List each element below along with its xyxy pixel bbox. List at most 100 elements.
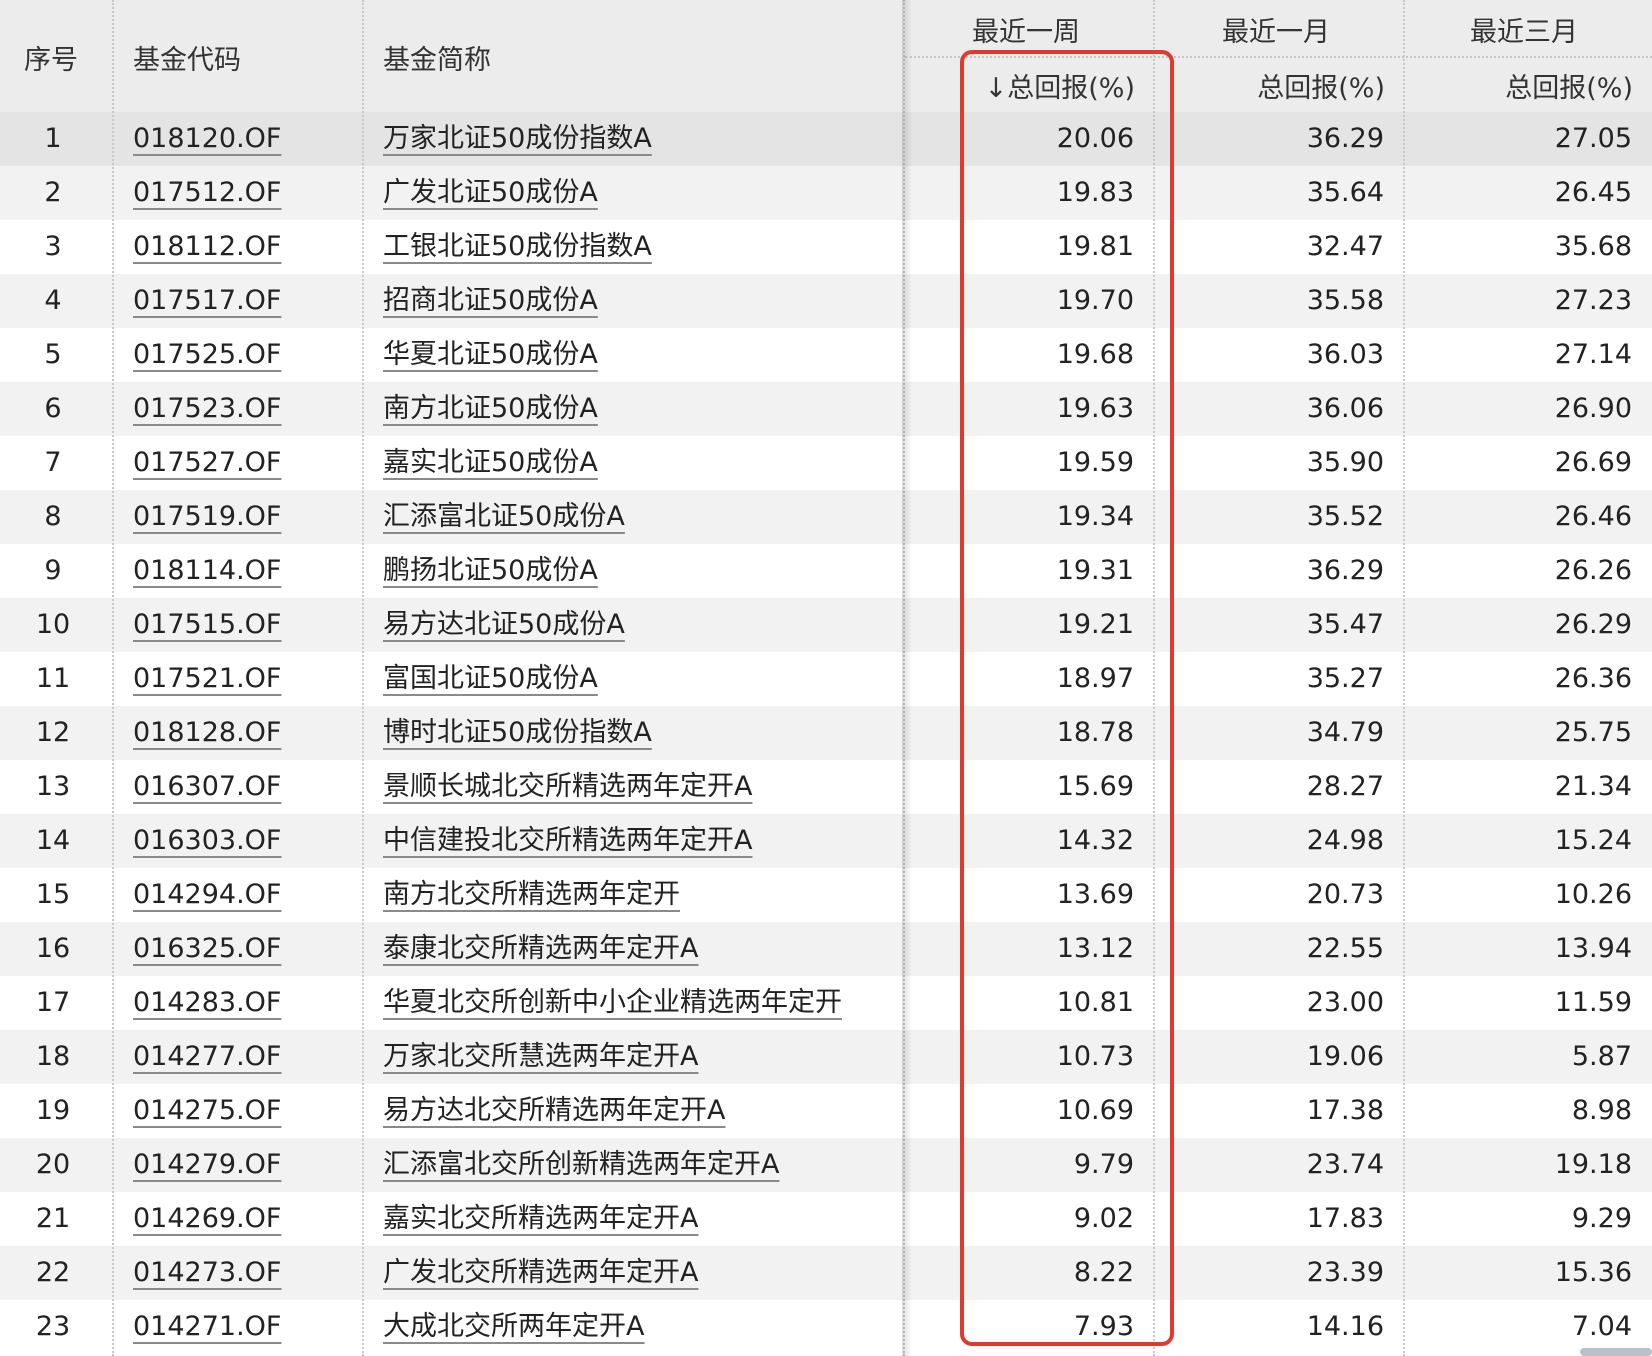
fund-name-link[interactable]: 鹏扬北证50成份A — [383, 544, 901, 598]
sort-desc-arrow-icon: ↓ — [984, 73, 1008, 104]
fund-code-link[interactable]: 014277.OF — [133, 1030, 355, 1084]
fund-code-link[interactable]: 014275.OF — [133, 1084, 355, 1138]
fund-code-link[interactable]: 018128.OF — [133, 706, 355, 760]
header-index[interactable]: 序号 — [24, 38, 78, 77]
frozen-columns-shadow — [902, 0, 912, 1356]
quarter-return: 26.46 — [1554, 501, 1632, 532]
fund-name-link[interactable]: 华夏北证50成份A — [383, 328, 901, 382]
week-return: 18.97 — [1056, 663, 1134, 694]
month-return: 23.39 — [1306, 1257, 1384, 1288]
week-return: 19.70 — [1056, 285, 1134, 316]
fund-name-link[interactable]: 中信建投北交所精选两年定开A — [383, 814, 901, 868]
quarter-return: 25.75 — [1554, 717, 1632, 748]
quarter-return: 19.18 — [1554, 1149, 1632, 1180]
header-fund-name[interactable]: 基金简称 — [383, 38, 491, 77]
row-index: 21 — [35, 1203, 71, 1234]
quarter-return: 9.29 — [1571, 1203, 1632, 1234]
fund-code-link[interactable]: 017523.OF — [133, 382, 355, 436]
header-month-total-return[interactable]: 总回报(%) — [1257, 66, 1385, 105]
row-index: 18 — [35, 1041, 71, 1072]
fund-name-link[interactable]: 万家北交所慧选两年定开A — [383, 1030, 901, 1084]
fund-code-link[interactable]: 014294.OF — [133, 868, 355, 922]
fund-code-link[interactable]: 014283.OF — [133, 976, 355, 1030]
month-return: 36.29 — [1306, 123, 1384, 154]
month-return: 20.73 — [1306, 879, 1384, 910]
fund-name-link[interactable]: 大成北交所两年定开A — [383, 1300, 901, 1354]
row-index: 3 — [44, 231, 62, 262]
quarter-return: 27.05 — [1554, 123, 1632, 154]
fund-name-link[interactable]: 招商北证50成份A — [383, 274, 901, 328]
month-return: 19.06 — [1306, 1041, 1384, 1072]
fund-name-link[interactable]: 汇添富北交所创新精选两年定开A — [383, 1138, 901, 1192]
month-return: 17.83 — [1306, 1203, 1384, 1234]
row-index: 10 — [35, 609, 71, 640]
fund-code-link[interactable]: 016307.OF — [133, 760, 355, 814]
fund-code-link[interactable]: 014269.OF — [133, 1192, 355, 1246]
month-return: 32.47 — [1306, 231, 1384, 262]
week-return: 18.78 — [1056, 717, 1134, 748]
quarter-return: 15.36 — [1554, 1257, 1632, 1288]
month-return: 35.64 — [1306, 177, 1384, 208]
fund-name-link[interactable]: 景顺长城北交所精选两年定开A — [383, 760, 901, 814]
fund-name-link[interactable]: 易方达北交所精选两年定开A — [383, 1084, 901, 1138]
fund-name-link[interactable]: 泰康北交所精选两年定开A — [383, 922, 901, 976]
fund-name-link[interactable]: 博时北证50成份指数A — [383, 706, 901, 760]
fund-table-screen: 1 018120.OF 万家北证50成份指数A 20.06 36.29 27.05 2 017… — [0, 0, 1652, 1356]
week-return: 19.34 — [1056, 501, 1134, 532]
fund-code-link[interactable]: 018114.OF — [133, 544, 355, 598]
fund-name-link[interactable]: 南方北证50成份A — [383, 382, 901, 436]
fund-code-link[interactable]: 016325.OF — [133, 922, 355, 976]
fund-code-link[interactable]: 014271.OF — [133, 1300, 355, 1354]
horizontal-scrollbar[interactable] — [1580, 1348, 1652, 1356]
row-index: 17 — [35, 987, 71, 1018]
fund-name-link[interactable]: 万家北证50成份指数A — [383, 112, 901, 166]
week-return: 10.69 — [1056, 1095, 1134, 1126]
quarter-return: 11.59 — [1554, 987, 1632, 1018]
row-index: 22 — [35, 1257, 71, 1288]
fund-code-link[interactable]: 018112.OF — [133, 220, 355, 274]
header-fund-code[interactable]: 基金代码 — [133, 38, 241, 77]
fund-name-link[interactable]: 汇添富北证50成份A — [383, 490, 901, 544]
fund-code-link[interactable]: 018120.OF — [133, 112, 355, 166]
fund-code-link[interactable]: 017521.OF — [133, 652, 355, 706]
fund-code-link[interactable]: 014279.OF — [133, 1138, 355, 1192]
month-return: 36.03 — [1306, 339, 1384, 370]
quarter-return: 26.90 — [1554, 393, 1632, 424]
row-index: 4 — [44, 285, 62, 316]
fund-name-link[interactable]: 富国北证50成份A — [383, 652, 901, 706]
week-return: 14.32 — [1056, 825, 1134, 856]
row-index: 23 — [35, 1311, 71, 1342]
fund-name-link[interactable]: 易方达北证50成份A — [383, 598, 901, 652]
fund-code-link[interactable]: 014273.OF — [133, 1246, 355, 1300]
quarter-return: 5.87 — [1571, 1041, 1632, 1072]
header-quarter-total-return[interactable]: 总回报(%) — [1505, 66, 1633, 105]
month-return: 22.55 — [1306, 933, 1384, 964]
week-return: 13.12 — [1056, 933, 1134, 964]
quarter-return: 8.98 — [1571, 1095, 1632, 1126]
fund-code-link[interactable]: 017515.OF — [133, 598, 355, 652]
fund-code-link[interactable]: 017517.OF — [133, 274, 355, 328]
fund-code-link[interactable]: 017512.OF — [133, 166, 355, 220]
fund-code-link[interactable]: 016303.OF — [133, 814, 355, 868]
fund-code-link[interactable]: 017525.OF — [133, 328, 355, 382]
fund-name-link[interactable]: 广发北证50成份A — [383, 166, 901, 220]
row-index: 19 — [35, 1095, 71, 1126]
row-index: 2 — [44, 177, 62, 208]
header-week-total-return[interactable]: ↓总回报(%) — [985, 66, 1135, 105]
month-return: 14.16 — [1306, 1311, 1384, 1342]
month-return: 23.00 — [1306, 987, 1384, 1018]
month-return: 23.74 — [1306, 1149, 1384, 1180]
header-group-week: 最近一周 — [972, 17, 1080, 48]
month-return: 35.58 — [1306, 285, 1384, 316]
fund-name-link[interactable]: 华夏北交所创新中小企业精选两年定开 — [383, 976, 901, 1030]
row-index: 9 — [44, 555, 62, 586]
month-return: 28.27 — [1306, 771, 1384, 802]
fund-name-link[interactable]: 工银北证50成份指数A — [383, 220, 901, 274]
row-index: 12 — [35, 717, 71, 748]
fund-name-link[interactable]: 嘉实北交所精选两年定开A — [383, 1192, 901, 1246]
fund-code-link[interactable]: 017527.OF — [133, 436, 355, 490]
fund-name-link[interactable]: 广发北交所精选两年定开A — [383, 1246, 901, 1300]
fund-name-link[interactable]: 嘉实北证50成份A — [383, 436, 901, 490]
fund-name-link[interactable]: 南方北交所精选两年定开 — [383, 868, 901, 922]
fund-code-link[interactable]: 017519.OF — [133, 490, 355, 544]
